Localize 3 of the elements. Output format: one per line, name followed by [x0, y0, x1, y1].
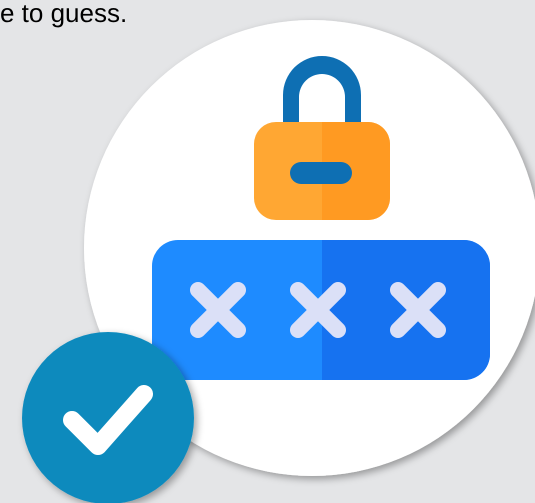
- caption-text: e to guess.: [0, 0, 128, 30]
- padlock-icon: [254, 56, 390, 220]
- password-field-icon: [152, 240, 490, 380]
